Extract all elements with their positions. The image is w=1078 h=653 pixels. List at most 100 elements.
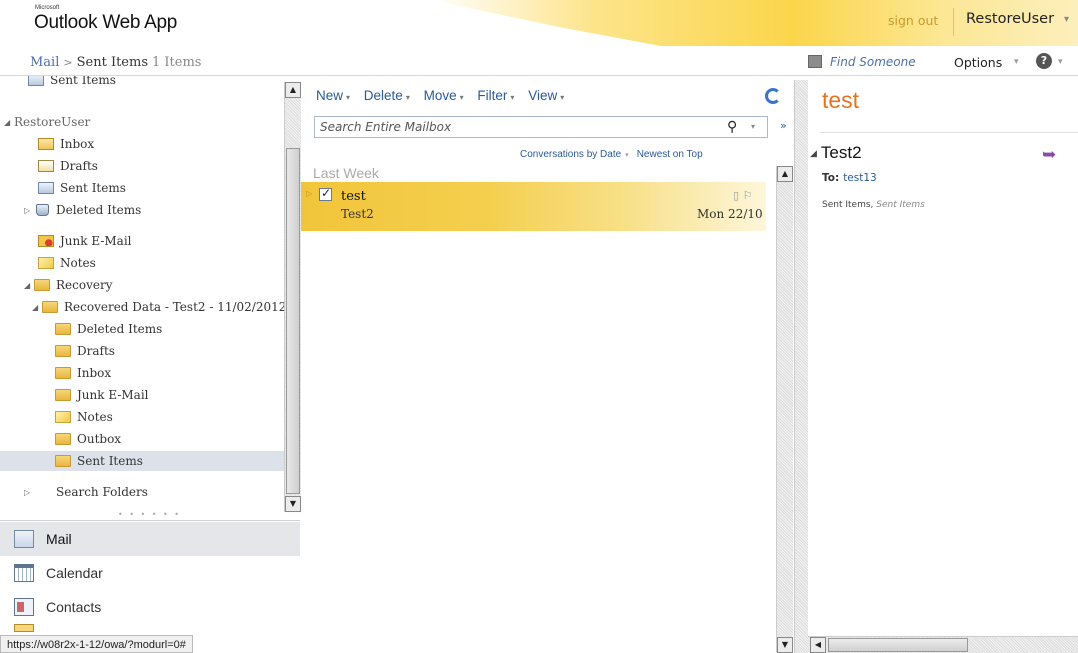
search-placeholder: Search Entire Mailbox (320, 120, 452, 134)
scroll-down-icon[interactable]: ▼ (285, 496, 301, 512)
flag-icon[interactable]: ▯ ⚐ (733, 189, 752, 202)
pane-resize-grip[interactable]: • • • • • • (118, 510, 181, 519)
tree-item-recovered-notes[interactable]: Notes (55, 407, 113, 427)
help-icon[interactable]: ? (1036, 53, 1052, 69)
chevron-down-icon[interactable]: ▾ (751, 122, 755, 131)
expand-arrow-icon[interactable]: ▷ (24, 201, 34, 221)
tree-item-search-folders[interactable]: ▷ Search Folders (24, 482, 148, 502)
tree-item-drafts[interactable]: Drafts (38, 156, 98, 176)
delete-button[interactable]: Delete ▾ (364, 88, 410, 103)
sign-out-link[interactable]: sign out (888, 13, 938, 28)
chevron-down-icon[interactable]: ▾ (510, 93, 514, 102)
group-header: Last Week (313, 165, 379, 181)
collapse-arrow-icon[interactable]: ◢ (4, 113, 14, 133)
junk-mail-icon (38, 234, 54, 247)
reply-icon[interactable]: ➥ (1042, 145, 1056, 165)
find-someone-link[interactable]: Find Someone (830, 55, 916, 69)
breadcrumb-separator-icon: > (63, 56, 73, 69)
collapse-arrow-icon[interactable]: ◢ (32, 298, 42, 318)
collapse-arrow-icon[interactable]: ◢ (24, 276, 34, 296)
move-button[interactable]: Move ▾ (424, 88, 464, 103)
notes-icon (38, 256, 54, 269)
breadcrumb: Mail > Sent Items 1 Items (30, 55, 201, 70)
tree-item-junk-email[interactable]: Junk E-Mail (38, 231, 132, 251)
chevron-down-icon[interactable]: ▾ (625, 152, 629, 159)
tree-item-recovered-drafts[interactable]: Drafts (55, 341, 115, 361)
status-bar-url: https://w08r2x-1-12/owa/?modurl=0# (0, 635, 193, 653)
tree-item-recovered-junk-email[interactable]: Junk E-Mail (55, 385, 149, 405)
search-icon[interactable]: ⚲ (727, 119, 737, 135)
reading-pane-rule (820, 132, 1078, 133)
select-checkbox[interactable] (319, 186, 332, 201)
expand-arrow-icon[interactable]: ▷ (24, 483, 34, 503)
header-divider (953, 8, 954, 36)
chevron-down-icon[interactable]: ▾ (346, 93, 350, 102)
inbox-icon (38, 137, 54, 150)
address-book-icon[interactable] (808, 55, 822, 68)
tree-item-recovered-deleted-items[interactable]: Deleted Items (55, 319, 162, 339)
view-button[interactable]: View ▾ (528, 88, 564, 103)
expand-search-icon[interactable]: » (780, 119, 787, 132)
refresh-icon[interactable] (765, 88, 781, 104)
chevron-down-icon[interactable]: ▾ (460, 93, 464, 102)
filter-button[interactable]: Filter ▾ (477, 88, 514, 103)
tree-item-sent-items-top[interactable]: Sent Items (28, 76, 116, 90)
tree-item-notes[interactable]: Notes (38, 253, 96, 273)
tree-item-recovered-data[interactable]: ◢ Recovered Data - Test2 - 11/02/2012 (32, 297, 285, 317)
tree-item-recovered-sent-items[interactable]: Sent Items (0, 451, 285, 471)
arrange-by-button[interactable]: Conversations by Date (520, 149, 621, 160)
scroll-left-icon[interactable]: ◀ (810, 637, 826, 653)
options-menu[interactable]: Options (954, 55, 1002, 70)
expand-conversation-icon[interactable]: ▷ (306, 189, 312, 198)
sent-folder-icon (28, 76, 44, 86)
table-row[interactable]: ▷ test Test2 ▯ ⚐ Mon 22/10 (301, 182, 766, 231)
reading-pane-sender: ◢ Test2 (810, 143, 862, 162)
chevron-down-icon[interactable]: ▾ (1014, 57, 1019, 67)
chevron-down-icon[interactable]: ▾ (1064, 14, 1069, 25)
notes-icon (55, 410, 71, 423)
reading-pane-scrollbar[interactable]: ◀ (808, 636, 1078, 653)
tree-item-recovered-inbox[interactable]: Inbox (55, 363, 111, 383)
new-button[interactable]: New ▾ (316, 88, 350, 103)
folder-tree-scrollbar[interactable]: ▲ ▼ (284, 82, 301, 512)
tree-item-recovered-outbox[interactable]: Outbox (55, 429, 121, 449)
message-list-scrollbar[interactable]: ▲ ▼ (776, 166, 793, 653)
tree-item-deleted-items[interactable]: ▷ Deleted Items (24, 200, 141, 220)
chevron-down-icon[interactable]: ▾ (560, 93, 564, 102)
scroll-up-icon[interactable]: ▲ (777, 166, 793, 182)
reading-pane-folder: Sent Items, Sent Items (822, 200, 925, 210)
scroll-up-icon[interactable]: ▲ (285, 82, 301, 98)
tree-item-mailbox-root[interactable]: ◢ RestoreUser (4, 112, 90, 132)
scrollbar-thumb[interactable] (286, 148, 300, 494)
scroll-down-icon[interactable]: ▼ (777, 637, 793, 653)
sort-order-button[interactable]: Newest on Top (637, 149, 703, 160)
folder-icon (55, 366, 71, 379)
pane-divider[interactable] (794, 80, 808, 653)
scrollbar-thumb[interactable] (828, 638, 968, 652)
recipient-link[interactable]: test13 (843, 172, 877, 184)
tree-item-inbox[interactable]: Inbox (38, 134, 94, 154)
tree-item-recovery[interactable]: ◢ Recovery (24, 275, 112, 295)
message-date: Mon 22/10 (697, 207, 763, 221)
nav-divider (0, 520, 300, 521)
search-input[interactable]: Search Entire Mailbox ⚲ ▾ (314, 116, 768, 138)
folder-icon (55, 388, 71, 401)
collapse-arrow-icon[interactable]: ◢ (810, 148, 817, 158)
nav-calendar[interactable]: Calendar (0, 556, 300, 590)
contacts-icon (14, 598, 34, 616)
brand-logo: Outlook Web App (34, 12, 178, 33)
nav-contacts[interactable]: Contacts (0, 590, 300, 624)
calendar-icon (14, 564, 34, 582)
tree-item-sent-items[interactable]: Sent Items (38, 178, 126, 198)
folder-icon (42, 300, 58, 313)
breadcrumb-mail-link[interactable]: Mail (30, 55, 59, 70)
nav-mail[interactable]: Mail (0, 522, 300, 556)
chevron-down-icon[interactable]: ▾ (406, 93, 410, 102)
chevron-down-icon[interactable]: ▾ (1058, 57, 1063, 67)
folder-icon (55, 454, 71, 467)
sort-bar: Conversations by Date ▾ Newest on Top (520, 149, 703, 160)
user-menu[interactable]: RestoreUser (966, 11, 1054, 27)
folder-tree: Sent Items ◢ RestoreUser Inbox Drafts Sen… (0, 76, 285, 516)
sent-folder-icon (38, 181, 54, 194)
message-sender: Test2 (341, 207, 374, 221)
